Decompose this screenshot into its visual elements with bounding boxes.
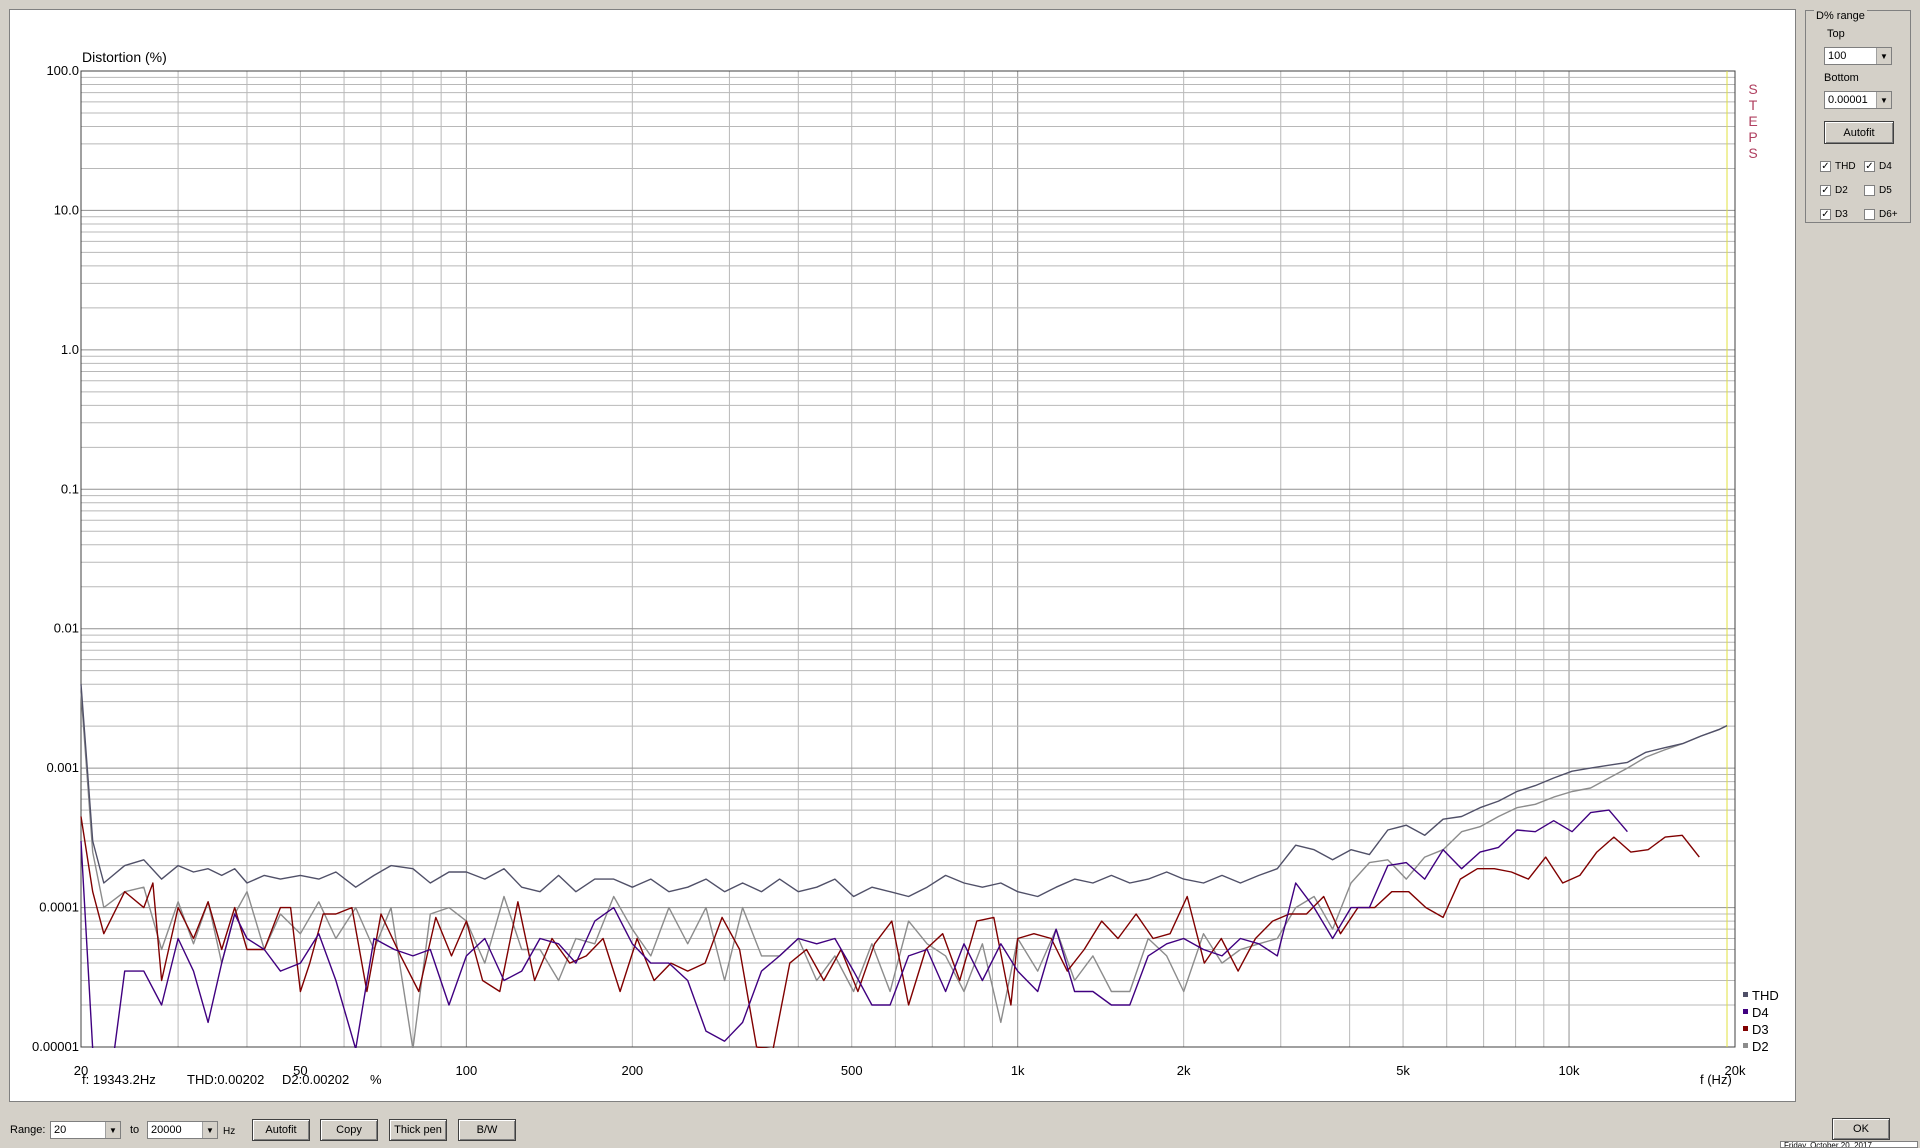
x-tick-label: 10k: [1559, 1063, 1580, 1078]
steps-letter: P: [1748, 129, 1757, 145]
distortion-chart: 20 50 100 200 500 1k 2k 5k 10k 20k100.010.01.00.1…: [32, 49, 1779, 1087]
autofit-range-button[interactable]: Autofit: [1824, 121, 1894, 144]
range-to-combo[interactable]: 20000 ▼: [147, 1121, 218, 1139]
x-tick-label: 100: [456, 1063, 478, 1078]
chevron-down-icon[interactable]: ▼: [105, 1122, 120, 1138]
chart-frame: 20 50 100 200 500 1k 2k 5k 10k 20k 100.0 10.0 1.0 0.1…: [9, 9, 1796, 1102]
hz-label: Hz: [223, 1126, 236, 1137]
checkbox-box[interactable]: ✓: [1820, 161, 1831, 172]
x-tick-label: 5k: [1396, 1063, 1410, 1078]
bottom-label: Bottom: [1824, 72, 1859, 84]
to-label: to: [130, 1124, 140, 1136]
checkbox-box[interactable]: ✓: [1820, 185, 1831, 196]
y-tick-label: 100.0: [46, 63, 79, 78]
chevron-down-icon[interactable]: ▼: [1876, 48, 1891, 64]
y-tick-label: 0.1: [61, 481, 79, 496]
x-tick-label: 2k: [1177, 1063, 1191, 1078]
y-tick-label: 0.00001: [32, 1039, 79, 1054]
checkbox-label: THD: [1835, 161, 1856, 172]
below-axis-mask: [80, 1048, 1736, 1054]
x-tick-label: 500: [841, 1063, 863, 1078]
legend-label-thd: THD: [1752, 988, 1779, 1003]
d-range-group-title: D% range: [1814, 10, 1867, 22]
checkbox-thd[interactable]: ✓ THD: [1820, 161, 1856, 172]
range-label: Range:: [10, 1124, 46, 1136]
legend-swatch-d2: [1743, 1043, 1748, 1048]
legend: THD D4 D3 D2: [1743, 988, 1779, 1054]
readout-thd: THD:0.00202: [187, 1072, 264, 1087]
checkbox-label: D3: [1835, 209, 1848, 220]
legend-swatch-thd: [1743, 992, 1748, 997]
y-tick-label: 0.001: [46, 760, 79, 775]
thick-pen-button[interactable]: Thick pen: [389, 1119, 447, 1141]
ok-button[interactable]: OK: [1832, 1118, 1890, 1140]
legend-swatch-d4: [1743, 1009, 1748, 1014]
d-range-group: D% range Top 100 ▼ Bottom 0.00001 ▼ Auto…: [1805, 10, 1911, 223]
readout-frequency: f: 19343.2Hz: [82, 1072, 156, 1087]
y-tick-label: 0.01: [54, 621, 79, 636]
legend-label-d3: D3: [1752, 1022, 1769, 1037]
y-tick-label: 0.0001: [39, 900, 79, 915]
chevron-down-icon[interactable]: ▼: [202, 1122, 217, 1138]
top-label: Top: [1827, 28, 1845, 40]
readout-unit: %: [370, 1072, 382, 1087]
checkbox-box[interactable]: [1864, 185, 1875, 196]
steps-letter: T: [1749, 97, 1758, 113]
checkbox-d5[interactable]: D5: [1864, 185, 1892, 196]
x-tick-label: 1k: [1011, 1063, 1025, 1078]
steps-vertical-label: STEPS: [1748, 81, 1757, 161]
checkbox-label: D2: [1835, 185, 1848, 196]
top-value-combo[interactable]: 100 ▼: [1824, 47, 1892, 65]
steps-letter: E: [1748, 113, 1757, 129]
y-tick-label: 1.0: [61, 342, 79, 357]
checkbox-label: D5: [1879, 185, 1892, 196]
x-axis-label: f (Hz): [1700, 1072, 1732, 1087]
range-from-combo[interactable]: 20 ▼: [50, 1121, 121, 1139]
checkbox-d3[interactable]: ✓ D3: [1820, 209, 1848, 220]
checkbox-d2[interactable]: ✓ D2: [1820, 185, 1848, 196]
legend-label-d2: D2: [1752, 1039, 1769, 1054]
chart-title: Distortion (%): [82, 49, 167, 65]
top-value-text: 100: [1828, 50, 1847, 62]
y-tick-label: 10.0: [54, 202, 79, 217]
status-date: Friday, October 20, 2017: [1780, 1141, 1918, 1148]
range-from-text: 20: [54, 1124, 67, 1136]
checkbox-label: D4: [1879, 161, 1892, 172]
checkbox-box[interactable]: ✓: [1864, 161, 1875, 172]
steps-letter: S: [1748, 81, 1757, 97]
steps-letter: S: [1748, 145, 1757, 161]
copy-button[interactable]: Copy: [320, 1119, 378, 1141]
cursor-readout: f: 19343.2Hz THD:0.00202 D2:0.00202 %: [82, 1072, 382, 1087]
plot-area: [80, 70, 1736, 1048]
legend-swatch-d3: [1743, 1026, 1748, 1031]
bottom-value-text: 0.00001: [1828, 94, 1868, 106]
checkbox-label: D6+: [1879, 209, 1898, 220]
grid-lines: [80, 70, 1736, 1048]
checkbox-box[interactable]: [1864, 209, 1875, 220]
chevron-down-icon[interactable]: ▼: [1876, 92, 1891, 108]
bw-button[interactable]: B/W: [458, 1119, 516, 1141]
readout-d2: D2:0.00202: [282, 1072, 349, 1087]
checkbox-d4[interactable]: ✓ D4: [1864, 161, 1892, 172]
x-tick-label: 200: [621, 1063, 643, 1078]
bottom-value-combo[interactable]: 0.00001 ▼: [1824, 91, 1892, 109]
checkbox-box[interactable]: ✓: [1820, 209, 1831, 220]
range-to-text: 20000: [151, 1124, 182, 1136]
checkbox-d6-plus[interactable]: D6+: [1864, 209, 1898, 220]
autofit-button[interactable]: Autofit: [252, 1119, 310, 1141]
legend-label-d4: D4: [1752, 1005, 1769, 1020]
